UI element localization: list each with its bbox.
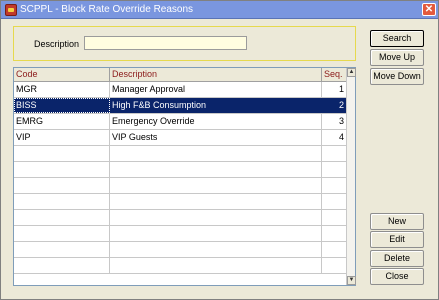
- cell-description: [110, 226, 322, 241]
- cell-code: [14, 210, 110, 225]
- edit-button[interactable]: Edit: [370, 231, 424, 248]
- description-label: Description: [34, 39, 80, 49]
- move-up-button[interactable]: Move Up: [370, 49, 424, 66]
- cell-description: Manager Approval: [110, 82, 322, 97]
- cell-code: [14, 194, 110, 209]
- cell-description: High F&B Consumption: [110, 98, 322, 113]
- table-row[interactable]: EMRG Emergency Override 3: [14, 114, 347, 130]
- column-header-code[interactable]: Code: [14, 68, 110, 82]
- cell-description: Emergency Override: [110, 114, 322, 129]
- cell-description: [110, 162, 322, 177]
- cell-description: [110, 146, 322, 161]
- cell-seq: 3: [322, 114, 347, 129]
- window-close-button[interactable]: ✕: [422, 3, 436, 16]
- app-icon: [5, 3, 17, 16]
- cell-seq: [322, 178, 347, 193]
- search-button[interactable]: Search: [370, 30, 424, 47]
- grid-rows: MGR Manager Approval 1 BISS High F&B Consump…: [14, 82, 347, 274]
- table-row[interactable]: [14, 146, 347, 162]
- delete-button[interactable]: Delete: [370, 250, 424, 267]
- table-row[interactable]: [14, 194, 347, 210]
- reasons-grid: Code Description Seq. MGR Manager Approva…: [13, 67, 356, 286]
- cell-code: [14, 242, 110, 257]
- column-header-description[interactable]: Description: [110, 68, 322, 82]
- cell-description: [110, 194, 322, 209]
- cell-code: EMRG: [14, 114, 110, 129]
- cell-code: MGR: [14, 82, 110, 97]
- search-panel: Description: [13, 26, 356, 61]
- column-header-seq[interactable]: Seq.: [322, 68, 347, 82]
- cell-code: [14, 162, 110, 177]
- window-title: SCPPL - Block Rate Override Reasons: [20, 4, 194, 15]
- table-row[interactable]: MGR Manager Approval 1: [14, 82, 347, 98]
- cell-seq: [322, 258, 347, 273]
- cell-code: [14, 178, 110, 193]
- cell-code: BISS: [14, 98, 110, 113]
- cell-code: VIP: [14, 130, 110, 145]
- title-bar: SCPPL - Block Rate Override Reasons ✕: [1, 1, 438, 19]
- table-row[interactable]: [14, 210, 347, 226]
- move-down-button[interactable]: Move Down: [370, 68, 424, 85]
- cell-code: [14, 258, 110, 273]
- cell-seq: 2: [322, 98, 347, 113]
- description-search-input[interactable]: [84, 36, 247, 50]
- cell-description: [110, 242, 322, 257]
- cell-description: [110, 178, 322, 193]
- cell-seq: [322, 226, 347, 241]
- cell-seq: [322, 242, 347, 257]
- new-button[interactable]: New: [370, 213, 424, 230]
- app-window: SCPPL - Block Rate Override Reasons ✕ De…: [0, 0, 439, 300]
- table-row[interactable]: [14, 162, 347, 178]
- cell-code: [14, 146, 110, 161]
- table-row[interactable]: VIP VIP Guests 4: [14, 130, 347, 146]
- cell-code: [14, 226, 110, 241]
- cell-description: VIP Guests: [110, 130, 322, 145]
- cell-seq: [322, 210, 347, 225]
- cell-seq: [322, 146, 347, 161]
- table-row[interactable]: BISS High F&B Consumption 2: [14, 98, 347, 114]
- close-button[interactable]: Close: [370, 268, 424, 285]
- scroll-down-arrow-icon[interactable]: ▼: [347, 276, 356, 285]
- table-row[interactable]: [14, 226, 347, 242]
- cell-seq: [322, 194, 347, 209]
- cell-seq: [322, 162, 347, 177]
- vertical-scrollbar[interactable]: ▲ ▼: [346, 68, 356, 285]
- cell-description: [110, 258, 322, 273]
- table-row[interactable]: [14, 178, 347, 194]
- grid-header: Code Description Seq.: [14, 68, 347, 82]
- scroll-up-arrow-icon[interactable]: ▲: [347, 68, 356, 77]
- cell-seq: 4: [322, 130, 347, 145]
- table-row[interactable]: [14, 258, 347, 274]
- cell-seq: 1: [322, 82, 347, 97]
- table-row[interactable]: [14, 242, 347, 258]
- cell-description: [110, 210, 322, 225]
